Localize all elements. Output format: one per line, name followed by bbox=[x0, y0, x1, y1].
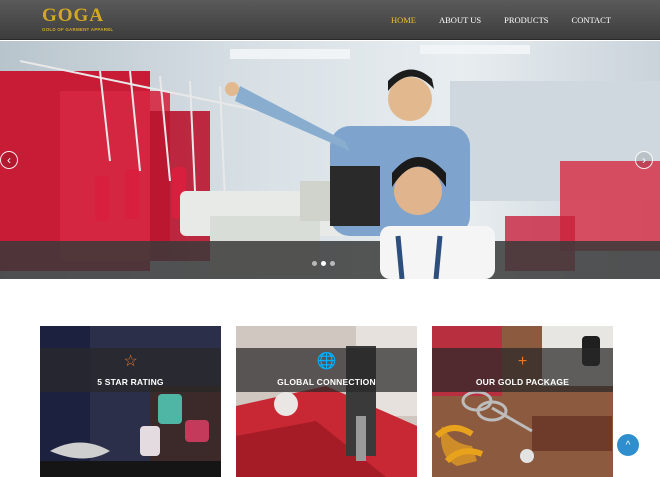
slider-pagination bbox=[312, 261, 335, 266]
card-title: OUR GOLD PACKAGE bbox=[475, 377, 570, 387]
nav-contact[interactable]: CONTACT bbox=[572, 15, 611, 25]
star-outline-icon: ☆ bbox=[123, 353, 138, 370]
card-title: GLOBAL CONNECTION bbox=[277, 377, 376, 387]
logo-tagline: GOLD OF GARMENT APPAREL bbox=[42, 27, 114, 32]
site-logo[interactable]: GOGA GOLD OF GARMENT APPAREL bbox=[42, 3, 114, 37]
slider-next-button[interactable]: › bbox=[635, 151, 653, 169]
feature-card-our-gold-package[interactable]: + OUR GOLD PACKAGE bbox=[432, 326, 613, 477]
main-nav: HOME ABOUT US PRODUCTS CONTACT bbox=[368, 0, 611, 40]
plus-icon: + bbox=[517, 353, 528, 370]
slider-dot-2[interactable] bbox=[321, 261, 326, 266]
nav-about-us[interactable]: ABOUT US bbox=[439, 15, 481, 25]
nav-products[interactable]: PRODUCTS bbox=[504, 15, 548, 25]
hero-factory-photo bbox=[0, 45, 660, 279]
slider-dot-1[interactable] bbox=[312, 261, 317, 266]
feature-card-5-star-rating[interactable]: ☆ 5 STAR RATING bbox=[40, 326, 221, 477]
site-header: GOGA GOLD OF GARMENT APPAREL HOME ABOUT … bbox=[0, 0, 660, 40]
slider-prev-button[interactable]: ‹ bbox=[0, 151, 18, 169]
feature-card-global-connection[interactable]: 🌐 GLOBAL CONNECTION bbox=[236, 326, 417, 477]
hero-slider: ‹ › bbox=[0, 41, 660, 279]
nav-home[interactable]: HOME bbox=[391, 15, 416, 25]
card-title: 5 STAR RATING bbox=[97, 377, 164, 387]
chevron-up-icon: ^ bbox=[625, 439, 631, 451]
slider-dot-3[interactable] bbox=[330, 261, 335, 266]
logo-wordmark: GOGA bbox=[42, 5, 105, 26]
scroll-to-top-button[interactable]: ^ bbox=[617, 434, 639, 456]
chevron-left-icon: ‹ bbox=[7, 153, 11, 167]
chevron-right-icon: › bbox=[642, 153, 646, 167]
globe-icon: 🌐 bbox=[316, 353, 337, 370]
